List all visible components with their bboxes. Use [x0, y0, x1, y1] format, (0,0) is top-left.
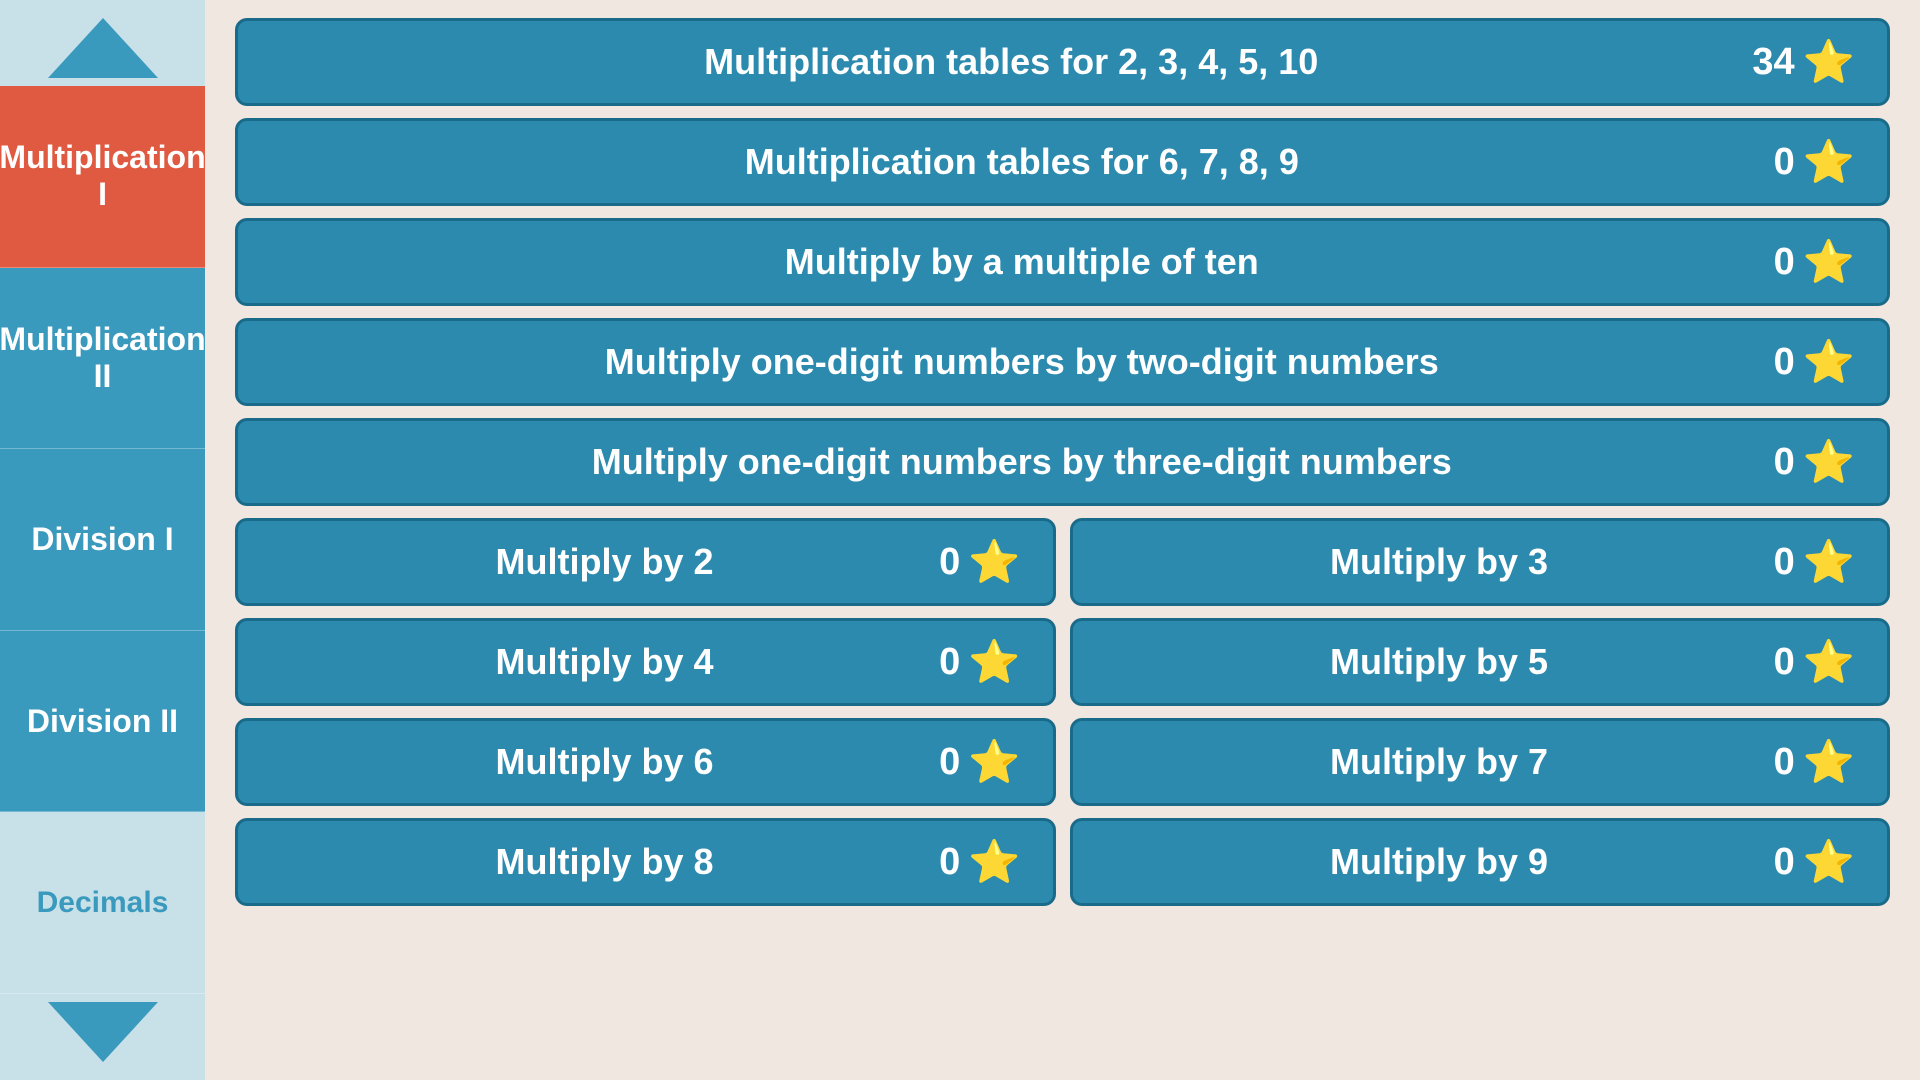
sidebar-item-multiplication-i[interactable]: Multiplication I	[0, 86, 205, 268]
lesson-btn-mult-tables-6789[interactable]: Multiplication tables for 6, 7, 8, 9 0 ⭐	[235, 118, 1890, 206]
score-value: 0	[1774, 241, 1795, 284]
star-icon: ⭐	[968, 738, 1020, 787]
star-icon: ⭐	[1803, 338, 1855, 387]
sidebar-item-label: Decimals	[37, 886, 169, 920]
lesson-label: Multiply by 6	[270, 741, 939, 783]
pair-row-6-7: Multiply by 6 0 ⭐ Multiply by 7 0 ⭐	[235, 718, 1890, 806]
lesson-label: Multiply by 5	[1105, 641, 1774, 683]
score-area: 0 ⭐	[1774, 638, 1855, 687]
sidebar-scroll-up[interactable]	[48, 18, 158, 78]
lesson-btn-multiply-by-3[interactable]: Multiply by 3 0 ⭐	[1070, 518, 1891, 606]
sidebar-item-label: Multiplication II	[0, 321, 206, 395]
score-area: 0 ⭐	[1774, 238, 1855, 287]
pair-row-4-5: Multiply by 4 0 ⭐ Multiply by 5 0 ⭐	[235, 618, 1890, 706]
lesson-btn-multiply-by-9[interactable]: Multiply by 9 0 ⭐	[1070, 818, 1891, 906]
lesson-btn-multiply-by-5[interactable]: Multiply by 5 0 ⭐	[1070, 618, 1891, 706]
score-area: 0 ⭐	[939, 638, 1020, 687]
sidebar-scroll-down[interactable]	[48, 1002, 158, 1062]
main-content: Multiplication tables for 2, 3, 4, 5, 10…	[205, 0, 1920, 1080]
lesson-label: Multiply by 7	[1105, 741, 1774, 783]
lesson-btn-mult-tables-2345[interactable]: Multiplication tables for 2, 3, 4, 5, 10…	[235, 18, 1890, 106]
lesson-btn-multiply-by-8[interactable]: Multiply by 8 0 ⭐	[235, 818, 1056, 906]
sidebar-item-decimals[interactable]: Decimals	[0, 812, 205, 994]
lesson-btn-multiply-one-three[interactable]: Multiply one-digit numbers by three-digi…	[235, 418, 1890, 506]
lesson-label: Multiplication tables for 6, 7, 8, 9	[270, 141, 1774, 183]
star-icon: ⭐	[1803, 138, 1855, 187]
sidebar-item-multiplication-ii[interactable]: Multiplication II	[0, 268, 205, 450]
sidebar-nav: Multiplication I Multiplication II Divis…	[0, 86, 205, 994]
sidebar: Multiplication I Multiplication II Divis…	[0, 0, 205, 1080]
lesson-label: Multiply by 3	[1105, 541, 1774, 583]
score-value: 0	[1774, 341, 1795, 384]
pair-row-2-3: Multiply by 2 0 ⭐ Multiply by 3 0 ⭐	[235, 518, 1890, 606]
pair-row-8-9: Multiply by 8 0 ⭐ Multiply by 9 0 ⭐	[235, 818, 1890, 906]
lesson-btn-multiply-by-7[interactable]: Multiply by 7 0 ⭐	[1070, 718, 1891, 806]
star-icon: ⭐	[1803, 538, 1855, 587]
score-area: 0 ⭐	[1774, 838, 1855, 887]
star-icon: ⭐	[1803, 638, 1855, 687]
sidebar-item-division-ii[interactable]: Division II	[0, 631, 205, 813]
sidebar-item-label: Multiplication I	[0, 139, 206, 213]
sidebar-item-division-i[interactable]: Division I	[0, 449, 205, 631]
score-area: 0 ⭐	[1774, 138, 1855, 187]
score-area: 0 ⭐	[1774, 538, 1855, 587]
lesson-btn-multiply-by-2[interactable]: Multiply by 2 0 ⭐	[235, 518, 1056, 606]
score-value: 0	[1774, 141, 1795, 184]
score-area: 34 ⭐	[1752, 38, 1855, 87]
lesson-label: Multiply by 9	[1105, 841, 1774, 883]
lesson-label: Multiply by a multiple of ten	[270, 241, 1774, 283]
lesson-btn-multiply-one-two[interactable]: Multiply one-digit numbers by two-digit …	[235, 318, 1890, 406]
score-area: 0 ⭐	[939, 738, 1020, 787]
score-area: 0 ⭐	[1774, 738, 1855, 787]
score-value: 0	[939, 741, 960, 784]
star-icon: ⭐	[1803, 38, 1855, 87]
star-icon: ⭐	[1803, 438, 1855, 487]
score-value: 0	[1774, 541, 1795, 584]
score-area: 0 ⭐	[939, 538, 1020, 587]
score-value: 0	[939, 841, 960, 884]
star-icon: ⭐	[968, 538, 1020, 587]
score-value: 0	[1774, 741, 1795, 784]
lesson-btn-multiply-multiple-ten[interactable]: Multiply by a multiple of ten 0 ⭐	[235, 218, 1890, 306]
score-area: 0 ⭐	[1774, 438, 1855, 487]
star-icon: ⭐	[968, 838, 1020, 887]
lesson-btn-multiply-by-4[interactable]: Multiply by 4 0 ⭐	[235, 618, 1056, 706]
lesson-label: Multiply one-digit numbers by three-digi…	[270, 441, 1774, 483]
star-icon: ⭐	[1803, 238, 1855, 287]
score-value: 0	[1774, 441, 1795, 484]
score-value: 0	[939, 541, 960, 584]
score-area: 0 ⭐	[1774, 338, 1855, 387]
star-icon: ⭐	[1803, 738, 1855, 787]
score-area: 0 ⭐	[939, 838, 1020, 887]
sidebar-item-label: Division II	[27, 703, 178, 740]
score-value: 0	[939, 641, 960, 684]
lesson-btn-multiply-by-6[interactable]: Multiply by 6 0 ⭐	[235, 718, 1056, 806]
score-value: 0	[1774, 641, 1795, 684]
star-icon: ⭐	[1803, 838, 1855, 887]
star-icon: ⭐	[968, 638, 1020, 687]
score-value: 0	[1774, 841, 1795, 884]
sidebar-item-label: Division I	[31, 521, 173, 558]
score-value: 34	[1752, 41, 1794, 84]
lesson-label: Multiply one-digit numbers by two-digit …	[270, 341, 1774, 383]
lesson-label: Multiply by 2	[270, 541, 939, 583]
lesson-label: Multiply by 8	[270, 841, 939, 883]
lesson-label: Multiply by 4	[270, 641, 939, 683]
lesson-label: Multiplication tables for 2, 3, 4, 5, 10	[270, 41, 1752, 83]
